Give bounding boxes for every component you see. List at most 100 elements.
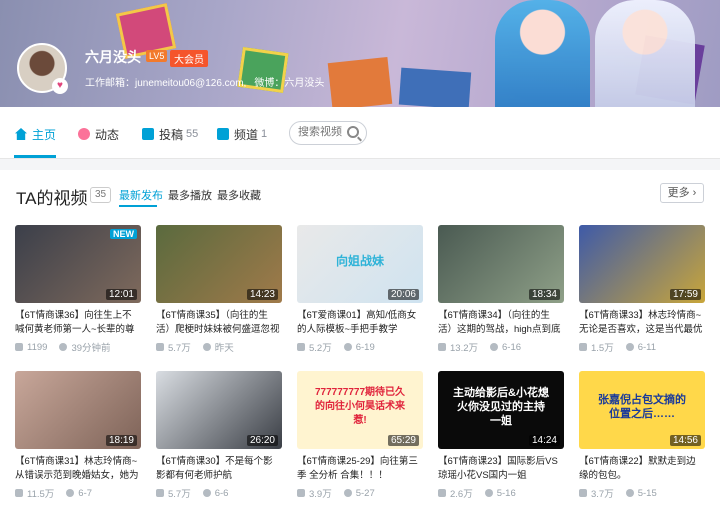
play-icon: [156, 343, 164, 351]
play-count: 1.5万: [579, 340, 614, 354]
video-thumbnail[interactable]: 17:59: [579, 225, 705, 303]
video-title[interactable]: 【6T情商课23】国际影后VS琼瑶小花VS国内一姐: [438, 455, 564, 483]
video-card[interactable]: 26:20 【6T情商课30】不是每个影影都有何老师护航 5.7万 6-6: [156, 371, 282, 500]
play-icon: [438, 343, 446, 351]
clock-icon: [625, 343, 634, 351]
thumbnail-caption: 主动给影后&小花熄火你没见过的主持一姐: [453, 387, 549, 427]
video-card[interactable]: 18:19 【6T情商课31】林志玲情商~从错误示范到晚婚姑女，她为 11.5万 6-…: [15, 371, 141, 500]
section-title: TA的视频: [16, 189, 88, 208]
publish-date-value: 6-16: [502, 341, 522, 353]
play-icon: [297, 343, 305, 351]
tab-dynamic-label: 动态: [95, 127, 120, 142]
video-title[interactable]: 【6T情商课34】（向往的生活）这期的驾战，high点到底: [438, 309, 564, 337]
video-stats: 5.2万 6-19: [297, 340, 423, 354]
sort-tab-indicator: [119, 205, 157, 207]
new-badge: NEW: [110, 229, 137, 239]
clock-icon: [490, 343, 498, 351]
video-thumbnail[interactable]: 14:23: [156, 225, 282, 303]
video-thumbnail[interactable]: 26:20: [156, 371, 282, 449]
tab-channel[interactable]: 频道 1: [217, 125, 267, 143]
sort-latest[interactable]: 最新发布: [119, 187, 163, 203]
publish-date-value: 39分钟前: [71, 343, 111, 354]
uploads-count: 55: [186, 128, 199, 140]
play-count-value: 1199: [27, 341, 48, 353]
video-title[interactable]: 【6T情商课30】不是每个影影都有何老师护航: [156, 455, 282, 483]
video-stats: 11.5万 6-7: [15, 486, 141, 500]
video-card[interactable]: 17:59 【6T情商课33】林志玲情商~无论是否喜欢，这是当代最优 1.5万 6-1…: [579, 225, 705, 354]
gift-box-decoration: [327, 56, 393, 107]
video-card[interactable]: 向姐战妹 20:06 【6T爱商课01】高知/低商女的人际模板~手把手教学 5.2万 6…: [297, 225, 423, 354]
video-stats: 5.7万 6-6: [156, 486, 282, 500]
video-thumbnail[interactable]: 777777777期待已久的向往小何昊话术来惹! 65:29: [297, 371, 423, 449]
video-card[interactable]: NEW 12:01 【6T情商课36】向往生上不喊何黄老师第一人~长辈的尊称 1199…: [15, 225, 141, 354]
video-card[interactable]: 18:34 【6T情商课34】（向往的生活）这期的驾战，high点到底 13.2万 6…: [438, 225, 564, 354]
search-box[interactable]: [289, 121, 367, 145]
video-title[interactable]: 【6T爱商课01】高知/低商女的人际模板~手把手教学: [297, 309, 423, 337]
video-card[interactable]: 主动给影后&小花熄火你没见过的主持一姐 14:24 【6T情商课23】国际影后VS琼…: [438, 371, 564, 500]
video-stats: 1199 39分钟前: [15, 340, 141, 354]
video-stats: 3.7万 5-15: [579, 486, 705, 500]
video-duration: 18:19: [105, 435, 137, 446]
publish-date: 39分钟前: [59, 340, 111, 354]
video-card[interactable]: 777777777期待已久的向往小何昊话术来惹! 65:29 【6T情商课25-29…: [297, 371, 423, 500]
sort-most-played[interactable]: 最多播放: [168, 187, 212, 203]
publish-date-value: 6-11: [637, 341, 657, 353]
more-button[interactable]: 更多 ›: [660, 183, 704, 203]
tab-home-label: 主页: [32, 127, 57, 142]
video-thumbnail[interactable]: 18:19: [15, 371, 141, 449]
video-duration: 14:23: [246, 289, 278, 300]
publish-date: 昨天: [202, 340, 234, 354]
video-title[interactable]: 【6T情商课35】（向往的生活）爬梗时妹妹被何盛逗忽视: [156, 309, 282, 337]
video-title[interactable]: 【6T情商课25-29】向往第三季 全分析 合集！！！: [297, 455, 423, 483]
video-thumbnail[interactable]: 向姐战妹 20:06: [297, 225, 423, 303]
home-icon: [15, 128, 27, 140]
play-count: 5.7万: [156, 486, 191, 500]
video-card[interactable]: 张嘉倪占包文摘的位置之后…… 14:56 【6T情商课22】默默走到边缘的包包。 3.…: [579, 371, 705, 500]
video-title[interactable]: 【6T情商课31】林志玲情商~从错误示范到晚婚姑女，她为: [15, 455, 141, 483]
publish-date: 5-15: [625, 486, 657, 500]
banner-character-illustration: [595, 0, 695, 107]
video-stats: 3.9万 5-27: [297, 486, 423, 500]
video-title[interactable]: 【6T情商课22】默默走到边缘的包包。: [579, 455, 705, 483]
sort-most-favorited[interactable]: 最多收藏: [217, 187, 261, 203]
publish-date-value: 5-27: [355, 487, 375, 499]
vip-badge[interactable]: 大会员: [170, 50, 208, 67]
video-duration: 26:20: [246, 435, 278, 446]
play-icon: [579, 489, 587, 497]
video-title[interactable]: 【6T情商课36】向往生上不喊何黄老师第一人~长辈的尊称: [15, 309, 141, 337]
publish-date-value: 5-15: [637, 487, 657, 499]
clock-icon: [202, 343, 211, 351]
play-count: 1199: [15, 340, 47, 354]
channel-count: 1: [261, 128, 268, 140]
username[interactable]: 六月没头: [85, 47, 141, 67]
search-icon[interactable]: [347, 126, 359, 138]
search-input[interactable]: [298, 126, 348, 138]
video-thumbnail[interactable]: 张嘉倪占包文摘的位置之后…… 14:56: [579, 371, 705, 449]
video-thumbnail[interactable]: 主动给影后&小花熄火你没见过的主持一姐 14:24: [438, 371, 564, 449]
videos-section: TA的视频 35 最新发布 最多播放 最多收藏 更多 › NEW 12:01 【6T…: [0, 170, 720, 513]
clock-icon: [202, 489, 211, 497]
video-title[interactable]: 【6T情商课33】林志玲情商~无论是否喜欢，这是当代最优: [579, 309, 705, 337]
video-stats: 5.7万 昨天: [156, 340, 282, 354]
video-thumbnail[interactable]: NEW 12:01: [15, 225, 141, 303]
publish-date-value: 昨天: [214, 343, 234, 354]
video-thumbnail[interactable]: 18:34: [438, 225, 564, 303]
publish-date: 6-7: [66, 486, 92, 500]
play-count-value: 13.2万: [450, 343, 478, 354]
gift-box-decoration: [398, 67, 472, 107]
clock-icon: [66, 489, 75, 497]
video-duration: 20:06: [387, 289, 419, 300]
tab-dynamic[interactable]: 动态: [78, 125, 119, 143]
tab-uploads[interactable]: 投稿 55: [142, 125, 198, 143]
play-icon: [15, 343, 23, 351]
publish-date: 6-19: [343, 340, 375, 354]
level-badge: LV5: [146, 50, 168, 62]
tab-home[interactable]: 主页: [15, 125, 56, 143]
profile-nav: 主页 动态 投稿 55 频道 1: [0, 107, 720, 159]
play-count-value: 11.5万: [27, 489, 55, 500]
video-duration: 65:29: [387, 435, 419, 446]
video-card[interactable]: 14:23 【6T情商课35】（向往的生活）爬梗时妹妹被何盛逗忽视 5.7万 昨天: [156, 225, 282, 354]
video-duration: 14:56: [669, 435, 701, 446]
thumbnail-caption: 777777777期待已久的向往小何昊话术来惹!: [314, 387, 406, 426]
video-duration: 12:01: [105, 289, 137, 300]
